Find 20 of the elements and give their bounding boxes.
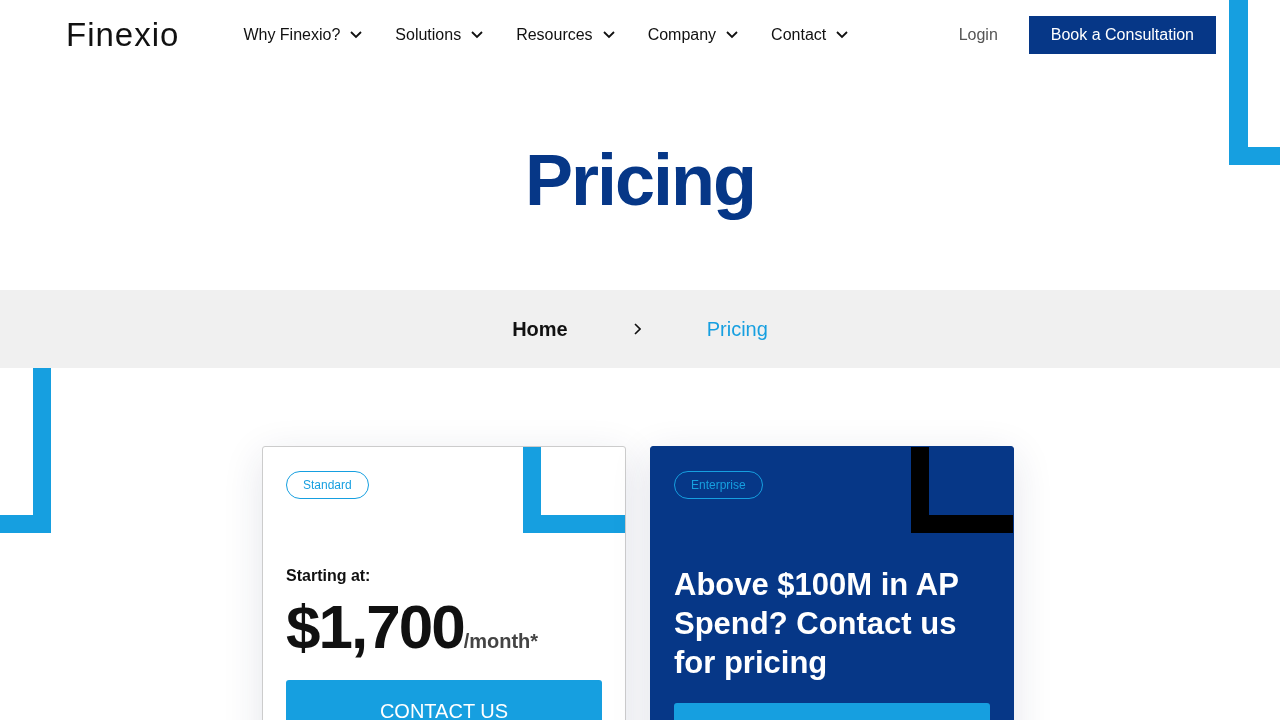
chevron-down-icon xyxy=(836,31,849,39)
chevron-right-icon xyxy=(633,323,641,335)
page-title: Pricing xyxy=(524,139,756,221)
nav-link[interactable]: Why Finexio? xyxy=(243,26,363,44)
nav-link[interactable]: Resources xyxy=(516,26,615,44)
chevron-down-icon xyxy=(602,31,615,39)
breadcrumb-link[interactable]: Home xyxy=(512,317,568,341)
chevron-down-icon xyxy=(350,31,363,39)
plan-heading: Above $100M in AP Spend? Contact us for pricing xyxy=(674,566,960,682)
price-unit: /month* xyxy=(463,630,539,652)
price-caption: Starting at: xyxy=(286,567,372,585)
nav-link[interactable]: Company xyxy=(647,26,739,44)
book-consultation-button[interactable]: Book a Consultation xyxy=(1028,16,1216,54)
login-link[interactable]: Login xyxy=(958,26,998,44)
logo[interactable]: Finexio xyxy=(66,16,180,54)
chevron-down-icon xyxy=(726,31,739,39)
price: $1,700 xyxy=(286,591,464,662)
chevron-down-icon xyxy=(471,31,484,39)
nav-link[interactable]: Contact xyxy=(771,26,849,44)
nav-link[interactable]: Solutions xyxy=(395,26,484,44)
